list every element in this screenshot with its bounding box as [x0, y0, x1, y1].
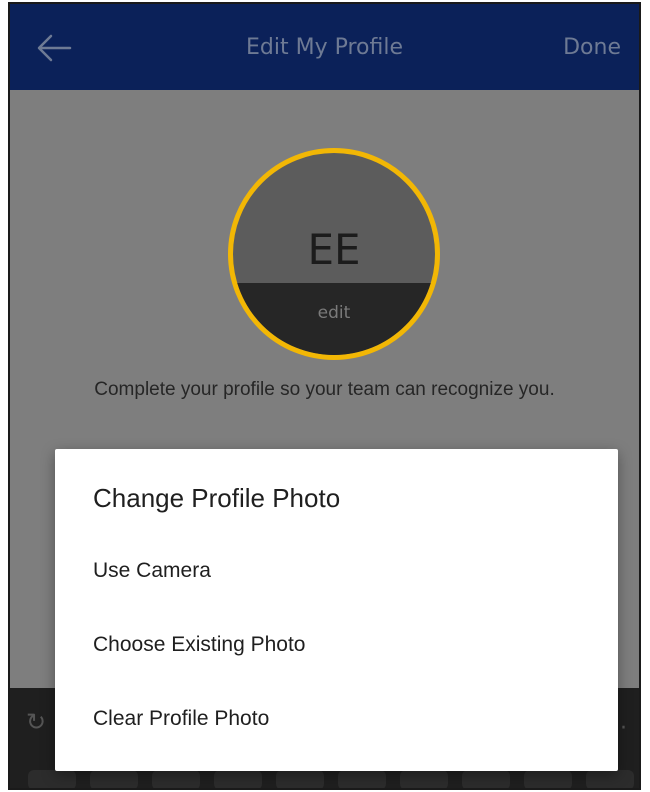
refresh-icon: ↻ [26, 708, 47, 736]
avatar[interactable]: EE edit [228, 148, 440, 360]
arrow-left-icon [37, 34, 72, 62]
choose-existing-photo-option[interactable]: Choose Existing Photo [55, 615, 618, 675]
done-button[interactable]: Done [563, 4, 621, 90]
avatar-initials: EE [307, 225, 361, 274]
use-camera-option[interactable]: Use Camera [55, 541, 618, 601]
key [462, 770, 510, 788]
profile-hint-text: Complete your profile so your team can r… [94, 379, 555, 400]
avatar-edit-button[interactable]: edit [233, 283, 435, 355]
dialog-title: Change Profile Photo [93, 483, 341, 513]
page-title: Edit My Profile [246, 34, 403, 60]
clear-profile-photo-option[interactable]: Clear Profile Photo [55, 689, 618, 749]
back-button[interactable] [32, 26, 76, 70]
key [152, 770, 200, 788]
key [214, 770, 262, 788]
keyboard-keys-row [28, 770, 639, 788]
key [28, 770, 76, 788]
key [90, 770, 138, 788]
key [586, 770, 634, 788]
key [338, 770, 386, 788]
key [524, 770, 572, 788]
app-header: Edit My Profile Done [10, 4, 639, 90]
dot-icon: · [620, 716, 627, 741]
key [276, 770, 324, 788]
app-screen: Edit My Profile Done EE edit Complete yo… [8, 2, 641, 790]
change-photo-dialog: Change Profile Photo Use Camera Choose E… [55, 449, 618, 771]
key [400, 770, 448, 788]
